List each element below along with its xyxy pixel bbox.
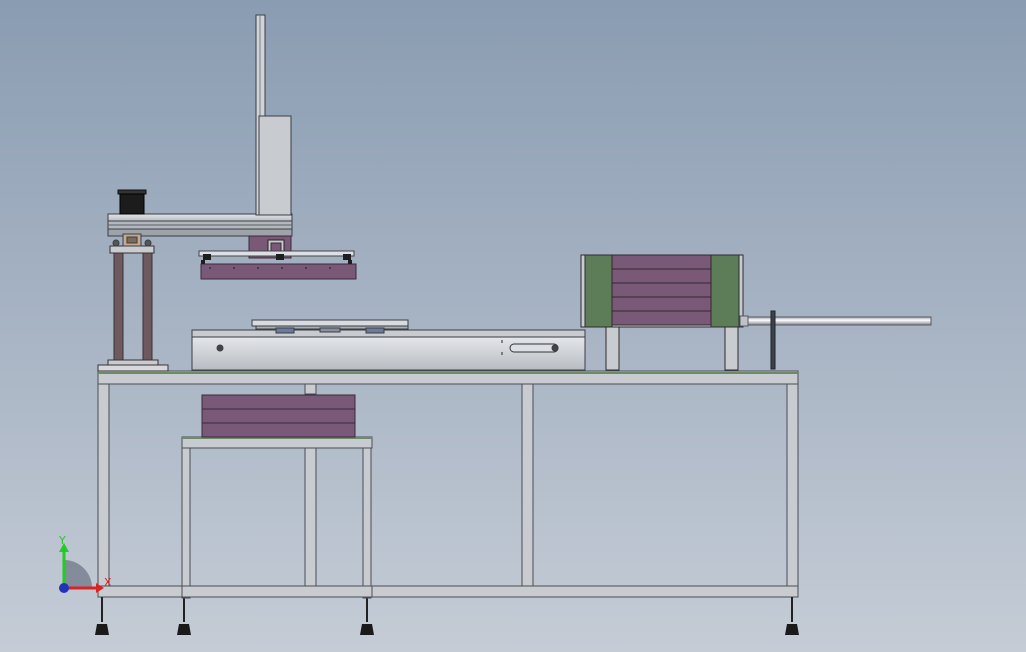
- gantry-base-plate: [97, 364, 169, 372]
- leveling-feet: [95, 597, 799, 635]
- cad-viewport[interactable]: Y X: [0, 0, 1026, 652]
- pick-head: [198, 235, 357, 280]
- table-middle-post: [521, 383, 534, 588]
- x-axis-label: X: [104, 576, 112, 589]
- table-left-leg: [97, 383, 110, 597]
- vertical-column: [255, 14, 292, 216]
- foot-left: [95, 597, 109, 635]
- cart-left-leg: [181, 447, 191, 599]
- gantry-post-left: [113, 251, 124, 367]
- assembly-front-view: Y X: [58, 14, 932, 635]
- table-inner-post: [304, 383, 317, 395]
- push-cylinder: [739, 310, 932, 370]
- column-carriage: [258, 115, 292, 216]
- y-axis-label: Y: [58, 534, 66, 547]
- tray-stack-upper: [611, 254, 712, 326]
- magazine-guide-left: [584, 254, 613, 328]
- tray-stack-lower: [201, 394, 356, 438]
- cart-bottom: [181, 585, 373, 598]
- triad-origin: [59, 583, 69, 593]
- tray-magazine: [580, 254, 744, 371]
- cart-right-leg: [362, 447, 372, 599]
- cart-center-post: [304, 447, 317, 589]
- gantry-support: [97, 245, 169, 372]
- conveyor-base: [191, 329, 586, 371]
- table-right-leg: [786, 383, 799, 597]
- foot-center-right: [360, 597, 374, 635]
- foot-right: [785, 597, 799, 635]
- foot-center-left: [177, 597, 191, 635]
- inner-cart-frame: [181, 436, 373, 599]
- slot-window: [509, 343, 559, 353]
- magazine-guide-right: [710, 254, 740, 328]
- stepper-motor: [117, 189, 147, 215]
- gantry-post-right: [142, 251, 153, 367]
